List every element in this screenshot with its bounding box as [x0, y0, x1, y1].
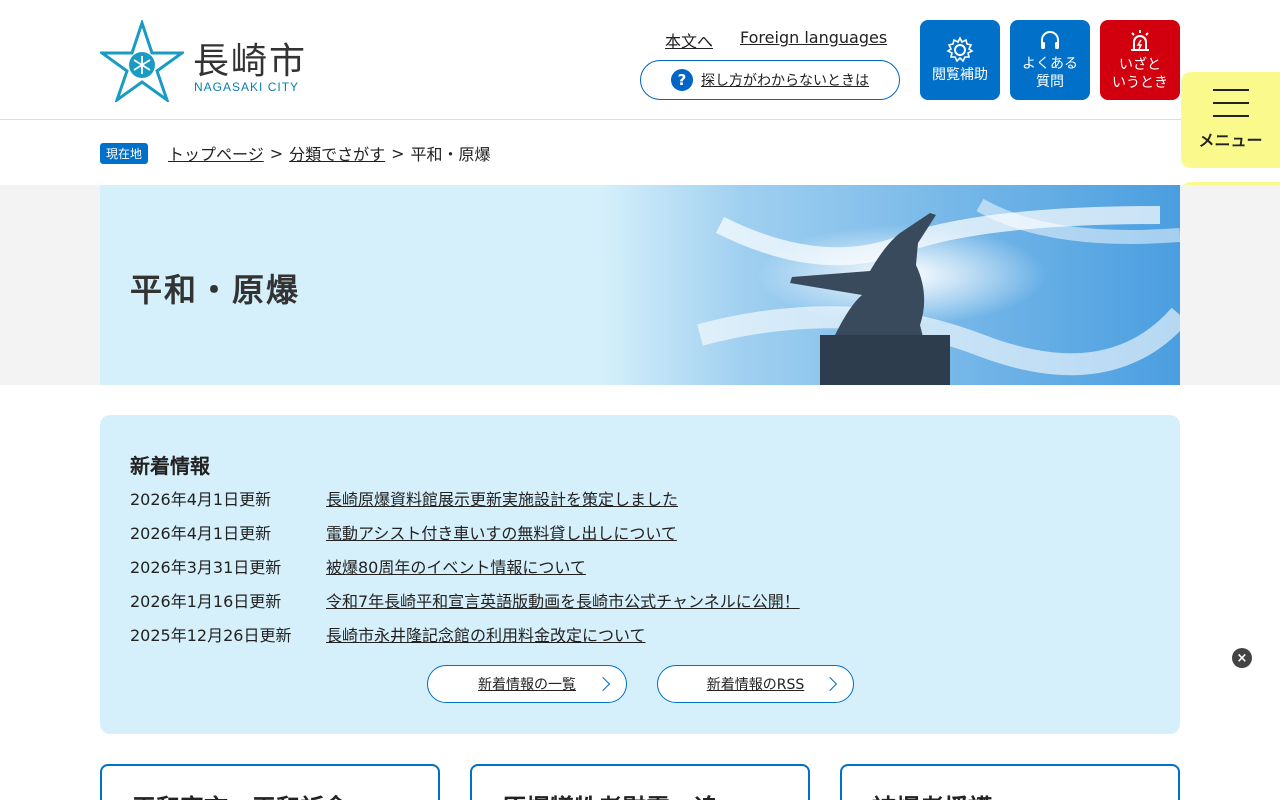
news-rss-button[interactable]: 新着情報のRSS	[657, 665, 854, 703]
menu-button[interactable]: メニュー	[1181, 72, 1280, 168]
emergency-button[interactable]: いざと いうとき	[1100, 20, 1180, 100]
card-title: 平和宣言・平和祈念	[132, 788, 348, 800]
breadcrumb-label: 現在地	[100, 142, 149, 164]
page-title: 平和・原爆	[130, 271, 301, 309]
list-item: 2026年1月16日更新 令和7年長崎平和宣言英語版動画を長崎市公式チャンネルに…	[130, 588, 800, 612]
news-link[interactable]: 電動アシスト付き車いすの無料貸し出しについて	[326, 520, 677, 544]
breadcrumb: 現在地 トップページ > 分類でさがす > 平和・原爆	[100, 140, 491, 166]
gear-icon	[946, 36, 974, 63]
site-logo[interactable]: 長崎市 NAGASAKI CITY	[100, 20, 320, 102]
breadcrumb-separator: >	[269, 143, 284, 163]
star-emblem-icon	[100, 20, 184, 102]
faq-button[interactable]: よくある 質問	[1010, 20, 1090, 100]
accessibility-button[interactable]: 閲覧補助	[920, 20, 1000, 100]
foreign-languages-link[interactable]: Foreign languages	[740, 28, 887, 47]
list-item: 2026年4月1日更新 長崎原爆資料館展示更新実施設計を策定しました	[130, 486, 678, 510]
news-rss-label: 新着情報のRSS	[706, 677, 805, 693]
news-link[interactable]: 被爆80周年のイベント情報について	[326, 554, 586, 578]
search-help-button[interactable]: ? 探し方がわからないときは	[640, 60, 900, 100]
news-list-button[interactable]: 新着情報の一覧	[427, 665, 627, 703]
chevron-right-icon	[822, 676, 838, 692]
news-date: 2026年3月31日更新	[130, 558, 282, 577]
peace-statue-image	[600, 185, 1180, 385]
chevron-right-icon	[595, 676, 611, 692]
close-button[interactable]: ×	[1232, 648, 1252, 668]
news-date: 2026年4月1日更新	[130, 490, 272, 509]
news-date: 2026年1月16日更新	[130, 592, 282, 611]
news-link[interactable]: 長崎市永井隆記念館の利用料金改定について	[326, 622, 646, 646]
news-panel: 新着情報 2026年4月1日更新 長崎原爆資料館展示更新実施設計を策定しました …	[100, 415, 1180, 734]
list-item: 2026年4月1日更新 電動アシスト付き車いすの無料貸し出しについて	[130, 520, 677, 544]
skip-to-content-link[interactable]: 本文へ	[665, 28, 713, 52]
site-header: 長崎市 NAGASAKI CITY 本文へ Foreign languages …	[0, 0, 1280, 120]
breadcrumb-separator: >	[391, 143, 405, 163]
news-heading: 新着情報	[130, 454, 210, 478]
news-date: 2025年12月26日更新	[130, 626, 292, 645]
logo-text: 長崎市	[193, 41, 308, 82]
list-item: 2026年3月31日更新 被爆80周年のイベント情報について	[130, 554, 586, 578]
breadcrumb-home-link[interactable]: トップページ	[168, 141, 264, 165]
hero-banner: 平和・原爆	[100, 185, 1180, 385]
news-list-label: 新着情報の一覧	[478, 677, 576, 693]
faq-label-line1: よくある	[1022, 56, 1078, 72]
category-card[interactable]: 原爆犠牲者慰霊・追	[470, 764, 810, 800]
faq-label-line2: 質問	[1036, 74, 1064, 90]
alarm-light-icon	[1131, 30, 1149, 51]
news-link[interactable]: 令和7年長崎平和宣言英語版動画を長崎市公式チャンネルに公開！	[326, 588, 800, 612]
menu-label: メニュー	[1198, 131, 1263, 150]
category-card[interactable]: 平和宣言・平和祈念	[100, 764, 440, 800]
search-help-label: 探し方がわからないときは	[701, 73, 869, 89]
emergency-label-line2: いうとき	[1112, 75, 1168, 91]
emergency-label-line1: いざと	[1119, 57, 1161, 73]
news-date: 2026年4月1日更新	[130, 524, 272, 543]
news-link[interactable]: 長崎原爆資料館展示更新実施設計を策定しました	[326, 486, 678, 510]
breadcrumb-category-link[interactable]: 分類でさがす	[289, 141, 385, 165]
hamburger-icon	[1212, 89, 1249, 117]
breadcrumb-current: 平和・原爆	[410, 145, 491, 164]
accessibility-label: 閲覧補助	[932, 67, 988, 83]
card-title: 原爆犠牲者慰霊・追	[502, 788, 718, 800]
question-icon: ?	[671, 69, 693, 91]
logo-subtext: NAGASAKI CITY	[194, 80, 300, 94]
card-title: 被爆者援護	[872, 788, 992, 800]
headset-icon	[1041, 31, 1059, 49]
category-card[interactable]: 被爆者援護	[840, 764, 1180, 800]
list-item: 2025年12月26日更新 長崎市永井隆記念館の利用料金改定について	[130, 622, 646, 646]
